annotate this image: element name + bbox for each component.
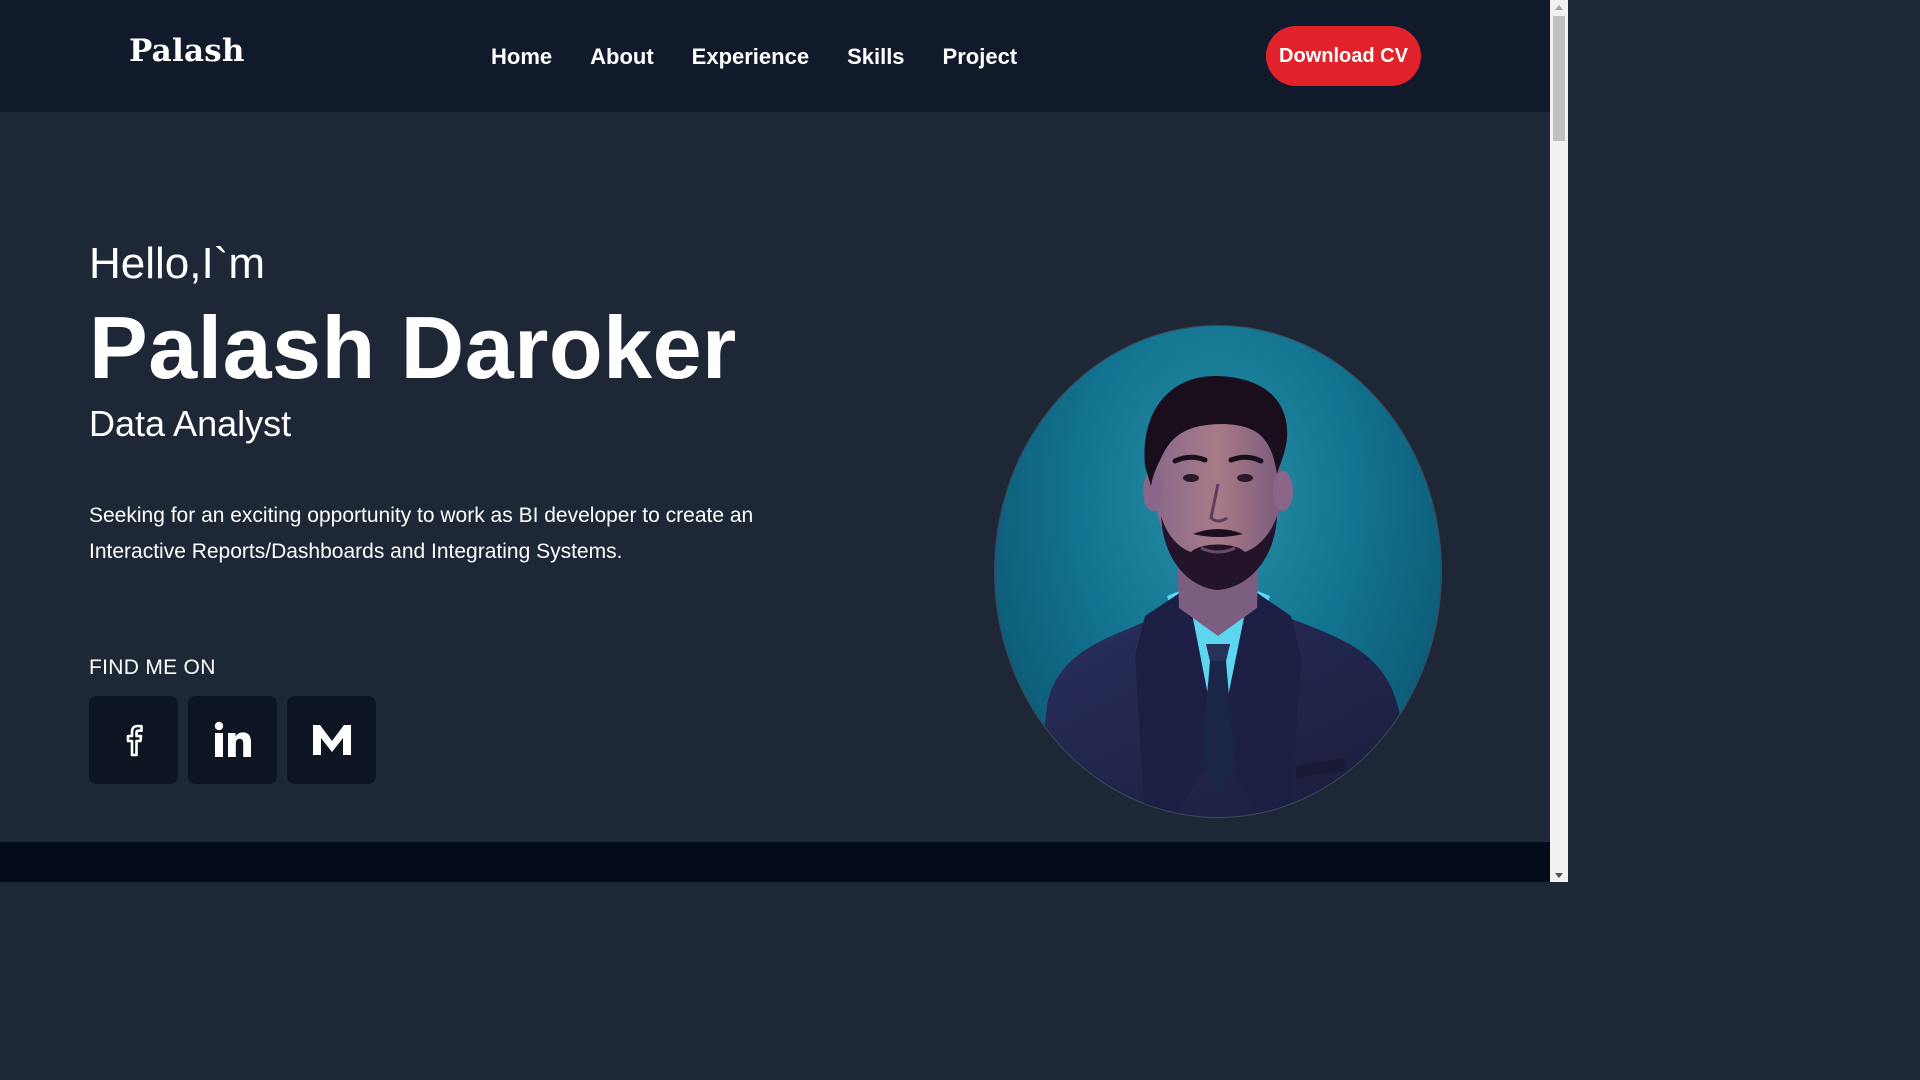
linkedin-icon bbox=[214, 721, 251, 757]
nav-links: Home About Experience Skills Project bbox=[491, 42, 1017, 72]
facebook-button[interactable] bbox=[89, 696, 178, 784]
nav-link-project[interactable]: Project bbox=[943, 42, 1018, 72]
download-cv-button[interactable]: Download CV bbox=[1266, 26, 1421, 86]
nav-link-skills[interactable]: Skills bbox=[847, 42, 904, 72]
nav-link-experience[interactable]: Experience bbox=[692, 42, 809, 72]
nav-link-home[interactable]: Home bbox=[491, 42, 552, 72]
hero-greeting: Hello,I`m bbox=[89, 239, 266, 288]
find-me-label: FIND ME ON bbox=[89, 656, 216, 679]
scrollbar-thumb[interactable] bbox=[1553, 16, 1565, 141]
navbar: Palash Home About Experience Skills Proj… bbox=[0, 0, 1550, 112]
hero-role: Data Analyst bbox=[89, 403, 292, 444]
scrollbar[interactable] bbox=[1550, 0, 1568, 882]
page: Palash Home About Experience Skills Proj… bbox=[0, 0, 1568, 882]
hero-name: Palash Daroker bbox=[89, 298, 737, 397]
facebook-icon bbox=[126, 724, 143, 757]
hero-summary: Seeking for an exciting opportunity to w… bbox=[89, 504, 754, 563]
medium-button[interactable] bbox=[287, 696, 376, 784]
linkedin-button[interactable] bbox=[188, 696, 277, 784]
nav-link-about[interactable]: About bbox=[590, 42, 654, 72]
portrait-illustration bbox=[1035, 376, 1410, 817]
medium-icon bbox=[312, 725, 351, 755]
scroll-up-arrow-icon[interactable] bbox=[1550, 0, 1568, 14]
next-section-edge bbox=[0, 842, 1550, 882]
profile-photo bbox=[995, 326, 1441, 817]
scroll-down-arrow-icon[interactable] bbox=[1550, 868, 1568, 882]
logo[interactable]: Palash bbox=[129, 36, 245, 67]
social-links bbox=[89, 696, 376, 784]
